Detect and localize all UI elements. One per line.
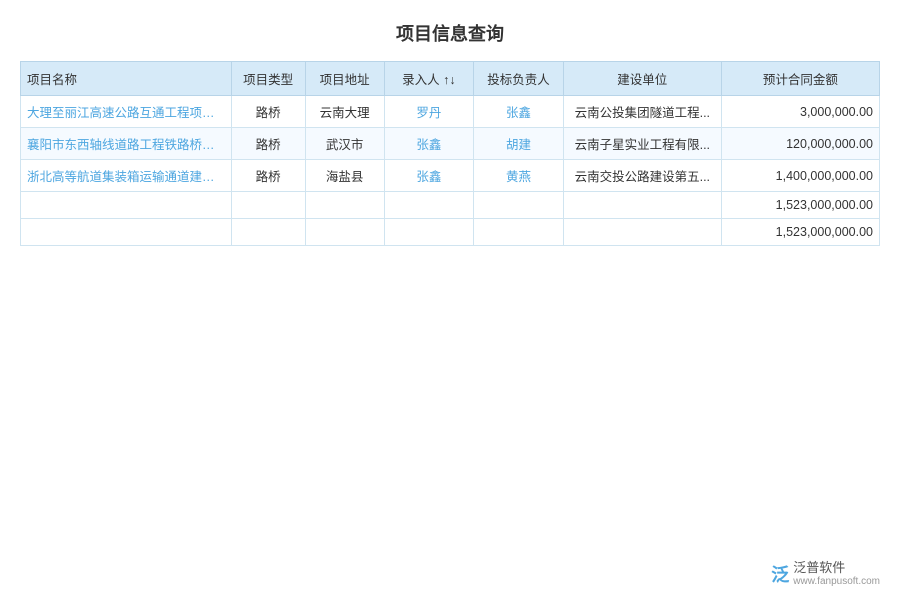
- cell-project-type: 路桥: [231, 96, 305, 128]
- cell-project-type: 路桥: [231, 128, 305, 160]
- table-row: 浙北高等航道集装箱运输通道建设工路桥海盐县张鑫黄燕云南交投公路建设第五...1,…: [21, 160, 880, 192]
- header-name: 项目名称: [21, 62, 232, 96]
- table-wrapper: 项目名称 项目类型 项目地址 录入人 ↑↓ 投标负责人 建设单位 预计合同金额 …: [0, 61, 900, 246]
- cell-bidder[interactable]: 张鑫: [474, 96, 564, 128]
- cell-project-address: 海盐县: [305, 160, 384, 192]
- header-builder: 建设单位: [563, 62, 721, 96]
- cell-bidder[interactable]: 胡建: [474, 128, 564, 160]
- header-address: 项目地址: [305, 62, 384, 96]
- subtotal-empty-cell: [563, 192, 721, 219]
- subtotal-amount: 1,523,000,000.00: [721, 192, 879, 219]
- subtotal-empty-cell: [474, 192, 564, 219]
- cell-builder: 云南子星实业工程有限...: [563, 128, 721, 160]
- cell-project-address: 云南大理: [305, 96, 384, 128]
- header-recorder: 录入人 ↑↓: [384, 62, 474, 96]
- cell-project-type: 路桥: [231, 160, 305, 192]
- watermark-icon: 泛: [771, 561, 789, 587]
- header-bidder: 投标负责人: [474, 62, 564, 96]
- watermark: 泛 泛普软件 www.fanpusoft.com: [771, 560, 880, 588]
- page-title: 项目信息查询: [0, 0, 900, 61]
- watermark-text: 泛普软件 www.fanpusoft.com: [793, 560, 880, 588]
- table-row: 大理至丽江高速公路互通工程项目土路桥云南大理罗丹张鑫云南公投集团隧道工程...3…: [21, 96, 880, 128]
- cell-amount: 1,400,000,000.00: [721, 160, 879, 192]
- total-empty-cell: [231, 219, 305, 246]
- cell-project-name[interactable]: 大理至丽江高速公路互通工程项目土: [21, 96, 232, 128]
- watermark-url: www.fanpusoft.com: [793, 576, 880, 588]
- cell-recorder[interactable]: 罗丹: [384, 96, 474, 128]
- subtotal-empty-cell: [231, 192, 305, 219]
- header-type: 项目类型: [231, 62, 305, 96]
- subtotal-row: 1,523,000,000.00: [21, 192, 880, 219]
- subtotal-empty-cell: [384, 192, 474, 219]
- cell-project-name[interactable]: 襄阳市东西轴线道路工程铁路桥段的: [21, 128, 232, 160]
- cell-recorder[interactable]: 张鑫: [384, 128, 474, 160]
- total-empty-cell: [384, 219, 474, 246]
- total-empty-cell: [21, 219, 232, 246]
- cell-project-name[interactable]: 浙北高等航道集装箱运输通道建设工: [21, 160, 232, 192]
- total-empty-cell: [563, 219, 721, 246]
- cell-recorder[interactable]: 张鑫: [384, 160, 474, 192]
- cell-builder: 云南公投集团隧道工程...: [563, 96, 721, 128]
- total-row: 1,523,000,000.00: [21, 219, 880, 246]
- cell-project-address: 武汉市: [305, 128, 384, 160]
- cell-amount: 3,000,000.00: [721, 96, 879, 128]
- total-empty-cell: [474, 219, 564, 246]
- table-row: 襄阳市东西轴线道路工程铁路桥段的路桥武汉市张鑫胡建云南子星实业工程有限...12…: [21, 128, 880, 160]
- watermark-name: 泛普软件: [793, 560, 880, 576]
- cell-bidder[interactable]: 黄燕: [474, 160, 564, 192]
- cell-builder: 云南交投公路建设第五...: [563, 160, 721, 192]
- subtotal-empty-cell: [305, 192, 384, 219]
- total-amount: 1,523,000,000.00: [721, 219, 879, 246]
- table-header-row: 项目名称 项目类型 项目地址 录入人 ↑↓ 投标负责人 建设单位 预计合同金额: [21, 62, 880, 96]
- cell-amount: 120,000,000.00: [721, 128, 879, 160]
- subtotal-empty-cell: [21, 192, 232, 219]
- header-amount: 预计合同金额: [721, 62, 879, 96]
- total-empty-cell: [305, 219, 384, 246]
- project-table: 项目名称 项目类型 项目地址 录入人 ↑↓ 投标负责人 建设单位 预计合同金额 …: [20, 61, 880, 246]
